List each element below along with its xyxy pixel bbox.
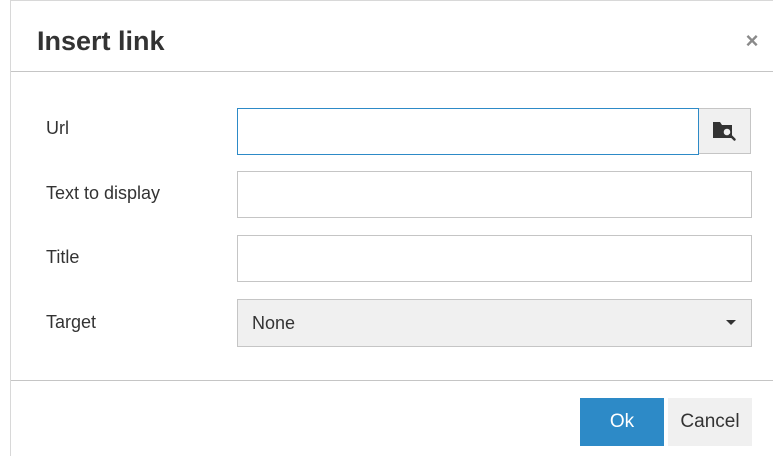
url-input[interactable] [237,108,699,155]
browse-url-button[interactable] [699,108,751,154]
url-label: Url [46,118,69,138]
dialog-footer: Ok Cancel [11,380,773,457]
ok-button[interactable]: Ok [580,398,664,446]
text-to-display-label: Text to display [46,183,161,203]
dialog-header: Insert link × [11,1,773,72]
insert-link-dialog: Insert link × Url Text to display Title … [10,0,773,456]
title-input[interactable] [237,235,752,282]
caret-down-icon [726,320,736,325]
dialog-title: Insert link [37,26,165,56]
target-label: Target [46,312,97,332]
text-to-display-input[interactable] [237,171,752,218]
target-selected-value: None [252,313,296,333]
close-icon: × [745,28,759,53]
target-select[interactable]: None [237,299,752,347]
close-button[interactable]: × [738,29,766,57]
title-label: Title [46,247,80,267]
cancel-button[interactable]: Cancel [668,398,752,446]
folder-search-icon [713,122,736,141]
